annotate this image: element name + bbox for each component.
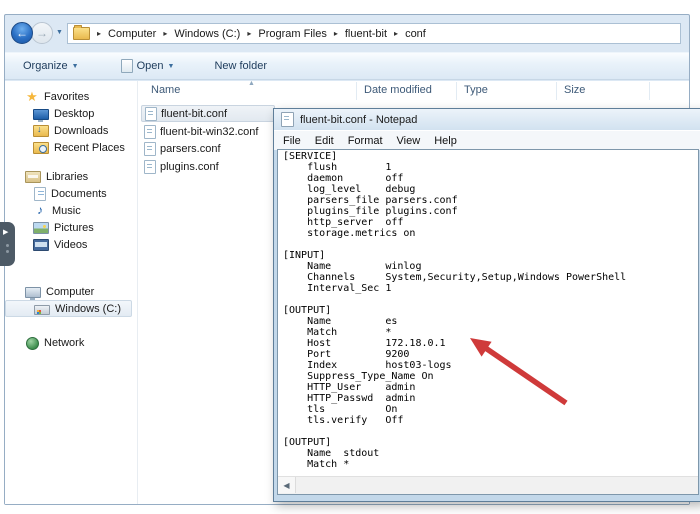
computer-icon (25, 287, 41, 298)
sidebar-item-network[interactable]: Network (5, 334, 137, 351)
breadcrumb-separator-icon: ▸ (247, 29, 251, 38)
open-label: Open (137, 60, 164, 72)
navigation-pane: ★ Favorites Desktop Downloads Recent Pla… (5, 81, 138, 504)
file-row-parsers-conf[interactable]: parsers.conf (141, 140, 275, 157)
breadcrumb-computer[interactable]: Computer (108, 28, 156, 40)
document-icon (145, 107, 157, 121)
sidebar-item-libraries[interactable]: Libraries (5, 168, 137, 185)
scroll-left-icon[interactable]: ◀ (278, 477, 296, 493)
menu-view[interactable]: View (390, 133, 428, 149)
notepad-text-area[interactable]: [SERVICE] flush 1 daemon off log_level d… (277, 149, 699, 495)
sidebar-item-recent-places[interactable]: Recent Places (5, 139, 137, 156)
column-headers: Name ▲ Date modified Type Size (139, 81, 689, 101)
document-icon (144, 160, 156, 174)
chevron-down-icon: ▼ (72, 63, 79, 70)
menu-file[interactable]: File (276, 133, 308, 149)
sidebar-item-downloads[interactable]: Downloads (5, 122, 137, 139)
toolbar: Organize ▼ Open ▼ New folder (5, 52, 689, 80)
folder-icon (73, 27, 90, 40)
notepad-title-bar[interactable]: fluent-bit.conf - Notepad (274, 109, 700, 130)
desktop-icon (33, 109, 49, 120)
organize-label: Organize (23, 60, 68, 72)
network-icon (26, 337, 39, 350)
music-icon: ♪ (33, 204, 47, 217)
breadcrumb-separator-icon: ▸ (163, 29, 167, 38)
new-folder-label: New folder (214, 60, 267, 72)
history-chevron-down-icon[interactable]: ▼ (56, 29, 63, 36)
document-icon (144, 142, 156, 156)
breadcrumb-conf[interactable]: conf (405, 28, 426, 40)
file-row-fluent-bit-win32-conf[interactable]: fluent-bit-win32.conf (141, 123, 275, 140)
notepad-title: fluent-bit.conf - Notepad (300, 114, 417, 126)
notepad-window: fluent-bit.conf - Notepad File Edit Form… (273, 108, 700, 502)
sort-ascending-icon: ▲ (248, 80, 255, 87)
videos-icon (33, 239, 49, 251)
breadcrumb-separator-icon: ▸ (97, 29, 101, 38)
document-icon (144, 125, 156, 139)
address-bar[interactable]: ▸ Computer ▸ Windows (C:) ▸ Program File… (67, 23, 681, 44)
forward-icon[interactable]: → (31, 22, 53, 44)
downloads-icon (33, 125, 49, 137)
breadcrumb-separator-icon: ▸ (334, 29, 338, 38)
open-button[interactable]: Open ▼ (115, 56, 181, 76)
file-row-plugins-conf[interactable]: plugins.conf (141, 158, 275, 175)
sidebar-item-videos[interactable]: Videos (5, 236, 137, 253)
file-page-icon (121, 59, 133, 73)
sidebar-item-music[interactable]: ♪ Music (5, 202, 137, 219)
recent-places-icon (33, 142, 49, 154)
hard-drive-icon (34, 305, 50, 315)
breadcrumb-program-files[interactable]: Program Files (258, 28, 326, 40)
screen: ← → ▼ ▸ Computer ▸ Windows (C:) ▸ Progra… (0, 0, 700, 514)
column-header-type[interactable]: Type (464, 84, 488, 96)
column-header-size[interactable]: Size (564, 84, 585, 96)
documents-icon (34, 187, 46, 201)
back-icon[interactable]: ← (11, 22, 33, 44)
chevron-down-icon: ▼ (168, 63, 175, 70)
column-header-name[interactable]: Name (151, 84, 180, 96)
notepad-icon (281, 112, 294, 127)
menu-edit[interactable]: Edit (308, 133, 341, 149)
breadcrumb-separator-icon: ▸ (394, 29, 398, 38)
column-header-date-modified[interactable]: Date modified (364, 84, 432, 96)
sidebar-item-windows-c[interactable]: Windows (C:) (5, 300, 132, 317)
libraries-icon (25, 171, 41, 183)
new-folder-button[interactable]: New folder (208, 57, 273, 75)
pictures-icon (33, 222, 49, 234)
sidebar-item-desktop[interactable]: Desktop (5, 105, 137, 122)
file-row-fluent-bit-conf[interactable]: fluent-bit.conf (141, 105, 275, 122)
horizontal-scrollbar[interactable]: ◀ (278, 476, 698, 494)
menu-format[interactable]: Format (341, 133, 390, 149)
side-panel-handle[interactable] (0, 222, 15, 266)
sidebar-item-computer[interactable]: Computer (5, 283, 137, 300)
breadcrumb-fluent-bit[interactable]: fluent-bit (345, 28, 387, 40)
menu-help[interactable]: Help (427, 133, 464, 149)
navigation-bar: ← → ▼ ▸ Computer ▸ Windows (C:) ▸ Progra… (5, 15, 689, 52)
breadcrumb-windows-c[interactable]: Windows (C:) (174, 28, 240, 40)
organize-button[interactable]: Organize ▼ (17, 57, 85, 75)
sidebar-item-documents[interactable]: Documents (5, 185, 137, 202)
notepad-menu-bar: File Edit Format View Help (274, 130, 700, 150)
notepad-content[interactable]: [SERVICE] flush 1 daemon off log_level d… (278, 150, 698, 470)
star-icon: ★ (25, 90, 39, 103)
sidebar-item-pictures[interactable]: Pictures (5, 219, 137, 236)
sidebar-item-favorites[interactable]: ★ Favorites (5, 88, 137, 105)
